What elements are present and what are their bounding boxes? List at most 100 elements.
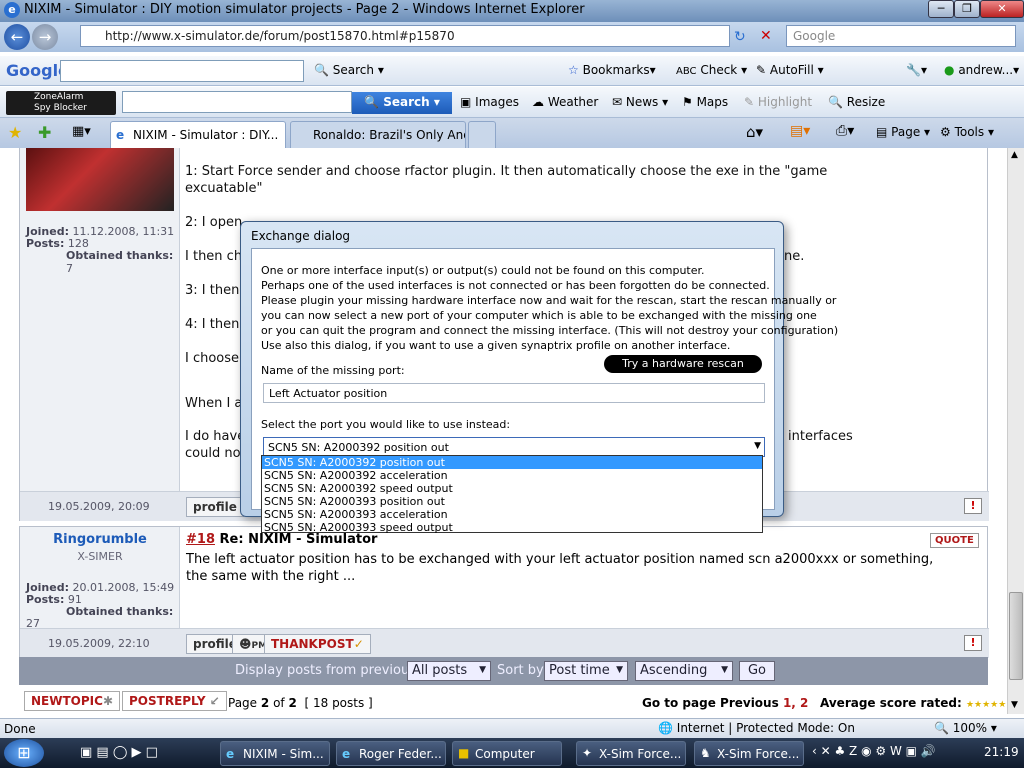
account-label: andrew... [958, 63, 1014, 77]
zoom-control[interactable]: 🔍 100% ▾ [934, 721, 997, 735]
tab-nixim[interactable]: e NIXIM - Simulator : DIY... [110, 121, 286, 148]
post-line: I then ch [185, 249, 243, 264]
post-line: I choose [185, 351, 240, 366]
display-posts-select[interactable]: All posts ▼ [407, 661, 491, 681]
port-option[interactable]: SCN5 SN: A2000393 speed output [262, 521, 762, 534]
port-option[interactable]: SCN5 SN: A2000393 position out [262, 495, 762, 508]
google-search-button[interactable]: 🔍 Search ▾ [314, 63, 384, 77]
report-icon[interactable]: ! [964, 635, 982, 651]
author-name[interactable]: Ringorumble [20, 532, 180, 547]
bookmarks-label: Bookmarks [582, 63, 650, 77]
refresh-icon[interactable]: ↻ [734, 29, 746, 45]
scrollbar-thumb[interactable] [1009, 592, 1023, 680]
port-option[interactable]: SCN5 SN: A2000392 acceleration [262, 469, 762, 482]
close-button[interactable]: ✕ [980, 0, 1024, 18]
resize-label: Resize [846, 95, 886, 109]
google-search-field[interactable] [60, 60, 304, 82]
hardware-rescan-button[interactable]: Try a hardware rescan [604, 355, 762, 373]
post-number-link[interactable]: #18 [186, 532, 215, 547]
task-computer[interactable]: ■ Computer [452, 741, 562, 766]
task-xsim1[interactable]: ✦ X-Sim Force... [576, 741, 686, 766]
postreply-button[interactable]: POSTREPLY ↙ [122, 691, 227, 711]
account-button[interactable]: ● andrew...▾ [944, 63, 1019, 77]
resize-button[interactable]: 🔍 Resize [828, 95, 885, 109]
newtopic-button[interactable]: NEWTOPIC✱ [24, 691, 120, 711]
ie-page-icon: e [116, 128, 125, 142]
tab-nixim-label: NIXIM - Simulator : DIY... [133, 128, 279, 142]
maps-link[interactable]: ⚑ Maps [682, 95, 728, 109]
add-favorite-icon[interactable]: ✚ [38, 123, 51, 142]
task-label: NIXIM - Sim... [243, 747, 324, 761]
quote-button[interactable]: QUOTE [930, 533, 979, 548]
check-button[interactable]: ABC Check ▾ [676, 63, 747, 77]
news-link[interactable]: ✉ News ▾ [612, 95, 668, 109]
tab-ronaldo[interactable]: Ronaldo: Brazil's Only And... [290, 121, 466, 148]
post-body: The left actuator position has to be exc… [186, 551, 933, 585]
highlight-button[interactable]: ✎ Highlight [744, 95, 812, 109]
profile-button[interactable]: profile [186, 497, 244, 517]
weather-link[interactable]: ☁ Weather [532, 95, 598, 109]
task-label: X-Sim Force... [717, 747, 800, 761]
scroll-up-icon[interactable]: ▲ [1011, 150, 1018, 160]
report-icon[interactable]: ! [964, 498, 982, 514]
ie-task-icon: e [342, 747, 351, 761]
page-menu[interactable]: ▤ Page ▾ [876, 125, 930, 139]
start-button[interactable]: ⊞ [4, 739, 44, 767]
task-federer[interactable]: e Roger Feder... [336, 741, 446, 766]
zonealarm-search-field[interactable] [122, 91, 352, 113]
print-icon[interactable]: ⎙▾ [836, 123, 854, 139]
task-xsim2[interactable]: ♞ X-Sim Force... [694, 741, 804, 766]
thankpost-label: THANKPOST [271, 637, 354, 651]
port-option[interactable]: SCN5 SN: A2000393 acceleration [262, 508, 762, 521]
forward-button[interactable]: → [32, 24, 58, 50]
quick-launch-icons[interactable]: ▣ ▤ ◯ ▶ □ [80, 745, 158, 760]
task-label: X-Sim Force... [599, 747, 682, 761]
go-button[interactable]: Go [739, 661, 775, 681]
images-link[interactable]: ▣ Images [460, 95, 519, 109]
page-info: Page 2 of 2 [ 18 posts ] [228, 696, 373, 710]
search-input[interactable]: Google [786, 25, 1016, 47]
back-button[interactable]: ← [4, 24, 30, 50]
vertical-scrollbar[interactable]: ▲ ▼ [1007, 148, 1024, 714]
maps-label: Maps [696, 95, 729, 109]
port-select[interactable]: SCN5 SN: A2000392 position out ▼ [263, 437, 765, 457]
maximize-button[interactable]: ❐ [954, 0, 980, 18]
google-toolbar: Google 🔍 Search ▾ ☆ Bookmarks▾ ABC Check… [0, 56, 1024, 86]
port-option[interactable]: SCN5 SN: A2000392 position out [262, 456, 762, 469]
sort-by-select[interactable]: Post time ▼ [544, 661, 628, 681]
post-date: 19.05.2009, 20:09 [48, 500, 150, 513]
message-line: Perhaps one of the used interfaces is no… [261, 279, 770, 292]
bookmarks-button[interactable]: ☆ Bookmarks▾ [568, 63, 656, 77]
order-select[interactable]: Ascending ▼ [635, 661, 733, 681]
stop-icon[interactable]: ✕ [760, 28, 772, 44]
zonealarm-logo[interactable]: ZoneAlarm Spy Blocker [6, 91, 116, 115]
autofill-button[interactable]: ✎ AutoFill ▾ [756, 63, 824, 77]
home-icon[interactable]: ⌂▾ [746, 123, 763, 141]
minimize-button[interactable]: ─ [928, 0, 954, 18]
post-line: 3: I then [185, 283, 240, 298]
folder-icon: ■ [458, 746, 470, 760]
thankpost-button[interactable]: THANKPOST✓ [264, 634, 371, 654]
new-tab-button[interactable] [468, 121, 496, 148]
zonealarm-search-button[interactable]: 🔍 Search ▾ [352, 92, 452, 114]
port-option[interactable]: SCN5 SN: A2000392 speed output [262, 482, 762, 495]
scroll-down-icon[interactable]: ▼ [1011, 700, 1018, 710]
task-nixim[interactable]: e NIXIM - Sim... [220, 741, 330, 766]
favorites-star-icon[interactable]: ★ [8, 123, 22, 142]
chevron-down-icon: ▼ [721, 665, 728, 675]
feeds-icon[interactable]: ▤▾ [790, 123, 810, 139]
thanks-count: 7 [66, 262, 73, 275]
missing-port-field[interactable]: Left Actuator position [263, 383, 765, 403]
address-input[interactable]: http://www.x-simulator.de/forum/post1587… [80, 25, 730, 47]
port-dropdown-list: SCN5 SN: A2000392 position out SCN5 SN: … [261, 455, 763, 534]
avg-score-label: Average score rated: [820, 696, 962, 710]
security-zone[interactable]: 🌐 Internet | Protected Mode: On [658, 721, 855, 735]
wrench-icon[interactable]: 🔧▾ [906, 63, 927, 77]
page-info-prefix: Page [228, 696, 258, 710]
xsim-icon: ✦ [582, 746, 593, 760]
page-links[interactable]: 1, 2 [783, 696, 808, 710]
tray-icons[interactable]: ‹ ✕ ♣ Z ◉ ⚙ W ▣ 🔊 [812, 744, 936, 758]
tools-menu[interactable]: ⚙ Tools ▾ [940, 125, 994, 139]
quick-tabs-icon[interactable]: ▦▾ [72, 124, 91, 139]
thumb-icon: ✓ [353, 637, 364, 651]
